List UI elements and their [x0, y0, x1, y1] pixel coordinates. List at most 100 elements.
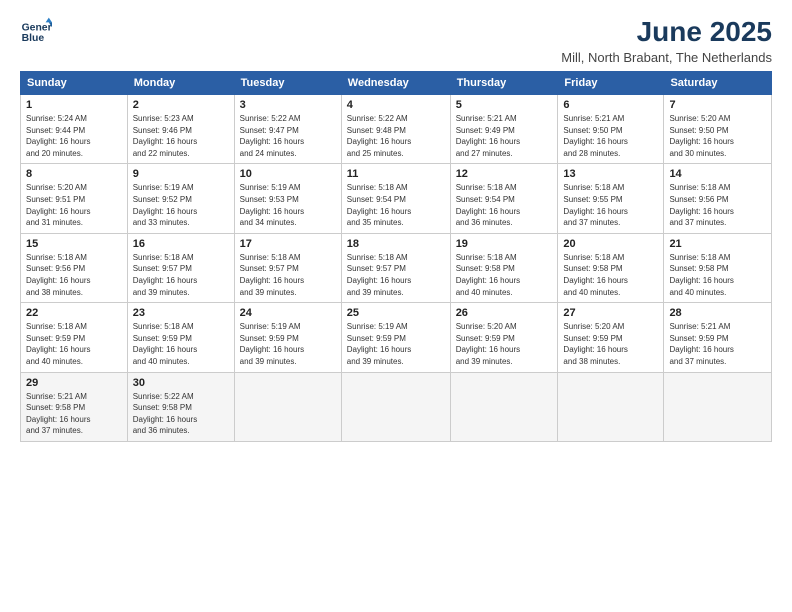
calendar-cell: 18 Sunrise: 5:18 AM Sunset: 9:57 PM Dayli…: [341, 233, 450, 302]
day-detail: Sunrise: 5:21 AM Sunset: 9:59 PM Dayligh…: [669, 321, 766, 367]
calendar-cell: 29 Sunrise: 5:21 AM Sunset: 9:58 PM Dayli…: [21, 372, 128, 441]
day-detail: Sunrise: 5:18 AM Sunset: 9:56 PM Dayligh…: [669, 182, 766, 228]
week-row-5: 29 Sunrise: 5:21 AM Sunset: 9:58 PM Dayli…: [21, 372, 772, 441]
calendar-cell: 28 Sunrise: 5:21 AM Sunset: 9:59 PM Dayli…: [664, 303, 772, 372]
day-detail: Sunrise: 5:22 AM Sunset: 9:58 PM Dayligh…: [133, 391, 229, 437]
calendar-cell: 30 Sunrise: 5:22 AM Sunset: 9:58 PM Dayli…: [127, 372, 234, 441]
calendar-cell: 23 Sunrise: 5:18 AM Sunset: 9:59 PM Dayli…: [127, 303, 234, 372]
calendar-cell: [450, 372, 558, 441]
day-number: 7: [669, 99, 766, 111]
day-detail: Sunrise: 5:18 AM Sunset: 9:58 PM Dayligh…: [669, 252, 766, 298]
day-detail: Sunrise: 5:21 AM Sunset: 9:58 PM Dayligh…: [26, 391, 122, 437]
day-detail: Sunrise: 5:19 AM Sunset: 9:52 PM Dayligh…: [133, 182, 229, 228]
day-detail: Sunrise: 5:18 AM Sunset: 9:59 PM Dayligh…: [26, 321, 122, 367]
day-number: 8: [26, 168, 122, 180]
day-number: 25: [347, 307, 445, 319]
header-monday: Monday: [127, 72, 234, 95]
day-number: 18: [347, 238, 445, 250]
day-number: 30: [133, 377, 229, 389]
day-detail: Sunrise: 5:18 AM Sunset: 9:54 PM Dayligh…: [347, 182, 445, 228]
calendar-cell: 2Sunrise: 5:23 AM Sunset: 9:46 PM Daylig…: [127, 95, 234, 164]
header-friday: Friday: [558, 72, 664, 95]
calendar-cell: 22 Sunrise: 5:18 AM Sunset: 9:59 PM Dayli…: [21, 303, 128, 372]
header-tuesday: Tuesday: [234, 72, 341, 95]
day-number: 27: [563, 307, 658, 319]
calendar-cell: 6Sunrise: 5:21 AM Sunset: 9:50 PM Daylig…: [558, 95, 664, 164]
day-detail: Sunrise: 5:19 AM Sunset: 9:59 PM Dayligh…: [347, 321, 445, 367]
day-number: 4: [347, 99, 445, 111]
calendar-cell: 21Sunrise: 5:18 AM Sunset: 9:58 PM Dayli…: [664, 233, 772, 302]
day-number: 6: [563, 99, 658, 111]
calendar-cell: 13 Sunrise: 5:18 AM Sunset: 9:55 PM Dayli…: [558, 164, 664, 233]
week-row-1: 1 Sunrise: 5:24 AM Sunset: 9:44 PM Daylig…: [21, 95, 772, 164]
calendar-cell: 26 Sunrise: 5:20 AM Sunset: 9:59 PM Dayli…: [450, 303, 558, 372]
calendar-table: Sunday Monday Tuesday Wednesday Thursday…: [20, 71, 772, 442]
day-detail: Sunrise: 5:18 AM Sunset: 9:55 PM Dayligh…: [563, 182, 658, 228]
header-thursday: Thursday: [450, 72, 558, 95]
calendar-cell: 3Sunrise: 5:22 AM Sunset: 9:47 PM Daylig…: [234, 95, 341, 164]
day-number: 23: [133, 307, 229, 319]
calendar-cell: 16Sunrise: 5:18 AM Sunset: 9:57 PM Dayli…: [127, 233, 234, 302]
calendar-cell: 20 Sunrise: 5:18 AM Sunset: 9:58 PM Dayli…: [558, 233, 664, 302]
header-sunday: Sunday: [21, 72, 128, 95]
calendar-cell: 25 Sunrise: 5:19 AM Sunset: 9:59 PM Dayli…: [341, 303, 450, 372]
day-number: 28: [669, 307, 766, 319]
day-number: 11: [347, 168, 445, 180]
day-number: 24: [240, 307, 336, 319]
day-number: 14: [669, 168, 766, 180]
day-number: 1: [26, 99, 122, 111]
day-number: 12: [456, 168, 553, 180]
calendar-cell: [341, 372, 450, 441]
calendar-cell: 4 Sunrise: 5:22 AM Sunset: 9:48 PM Daylig…: [341, 95, 450, 164]
day-detail: Sunrise: 5:18 AM Sunset: 9:57 PM Dayligh…: [240, 252, 336, 298]
day-number: 22: [26, 307, 122, 319]
day-detail: Sunrise: 5:20 AM Sunset: 9:51 PM Dayligh…: [26, 182, 122, 228]
calendar-cell: 11 Sunrise: 5:18 AM Sunset: 9:54 PM Dayli…: [341, 164, 450, 233]
calendar-cell: 7 Sunrise: 5:20 AM Sunset: 9:50 PM Daylig…: [664, 95, 772, 164]
logo: General Blue: [20, 16, 52, 48]
logo-icon: General Blue: [20, 16, 52, 48]
day-number: 10: [240, 168, 336, 180]
day-detail: Sunrise: 5:18 AM Sunset: 9:54 PM Dayligh…: [456, 182, 553, 228]
day-detail: Sunrise: 5:20 AM Sunset: 9:59 PM Dayligh…: [563, 321, 658, 367]
calendar-cell: 12 Sunrise: 5:18 AM Sunset: 9:54 PM Dayli…: [450, 164, 558, 233]
day-number: 3: [240, 99, 336, 111]
day-detail: Sunrise: 5:18 AM Sunset: 9:58 PM Dayligh…: [563, 252, 658, 298]
svg-text:General: General: [22, 22, 52, 33]
day-number: 16: [133, 238, 229, 250]
week-row-2: 8 Sunrise: 5:20 AM Sunset: 9:51 PM Daylig…: [21, 164, 772, 233]
location-title: Mill, North Brabant, The Netherlands: [561, 50, 772, 65]
day-detail: Sunrise: 5:18 AM Sunset: 9:57 PM Dayligh…: [347, 252, 445, 298]
day-detail: Sunrise: 5:18 AM Sunset: 9:59 PM Dayligh…: [133, 321, 229, 367]
header-wednesday: Wednesday: [341, 72, 450, 95]
header: General Blue June 2025 Mill, North Braba…: [20, 16, 772, 65]
calendar-cell: 15 Sunrise: 5:18 AM Sunset: 9:56 PM Dayli…: [21, 233, 128, 302]
calendar-cell: 1 Sunrise: 5:24 AM Sunset: 9:44 PM Daylig…: [21, 95, 128, 164]
calendar-cell: 19Sunrise: 5:18 AM Sunset: 9:58 PM Dayli…: [450, 233, 558, 302]
header-saturday: Saturday: [664, 72, 772, 95]
day-number: 15: [26, 238, 122, 250]
day-number: 29: [26, 377, 122, 389]
calendar-cell: 5Sunrise: 5:21 AM Sunset: 9:49 PM Daylig…: [450, 95, 558, 164]
day-number: 26: [456, 307, 553, 319]
day-detail: Sunrise: 5:20 AM Sunset: 9:59 PM Dayligh…: [456, 321, 553, 367]
month-title: June 2025: [561, 16, 772, 48]
calendar-cell: 9 Sunrise: 5:19 AM Sunset: 9:52 PM Daylig…: [127, 164, 234, 233]
week-row-4: 22 Sunrise: 5:18 AM Sunset: 9:59 PM Dayli…: [21, 303, 772, 372]
day-number: 17: [240, 238, 336, 250]
day-detail: Sunrise: 5:22 AM Sunset: 9:48 PM Dayligh…: [347, 113, 445, 159]
calendar-cell: 14 Sunrise: 5:18 AM Sunset: 9:56 PM Dayli…: [664, 164, 772, 233]
day-detail: Sunrise: 5:18 AM Sunset: 9:58 PM Dayligh…: [456, 252, 553, 298]
day-detail: Sunrise: 5:18 AM Sunset: 9:56 PM Dayligh…: [26, 252, 122, 298]
calendar-cell: 8 Sunrise: 5:20 AM Sunset: 9:51 PM Daylig…: [21, 164, 128, 233]
day-detail: Sunrise: 5:24 AM Sunset: 9:44 PM Dayligh…: [26, 113, 122, 159]
day-number: 20: [563, 238, 658, 250]
day-number: 9: [133, 168, 229, 180]
week-row-3: 15 Sunrise: 5:18 AM Sunset: 9:56 PM Dayli…: [21, 233, 772, 302]
calendar-cell: 27 Sunrise: 5:20 AM Sunset: 9:59 PM Dayli…: [558, 303, 664, 372]
day-detail: Sunrise: 5:20 AM Sunset: 9:50 PM Dayligh…: [669, 113, 766, 159]
calendar-cell: 24Sunrise: 5:19 AM Sunset: 9:59 PM Dayli…: [234, 303, 341, 372]
day-number: 13: [563, 168, 658, 180]
calendar-cell: 10Sunrise: 5:19 AM Sunset: 9:53 PM Dayli…: [234, 164, 341, 233]
svg-text:Blue: Blue: [22, 33, 45, 44]
